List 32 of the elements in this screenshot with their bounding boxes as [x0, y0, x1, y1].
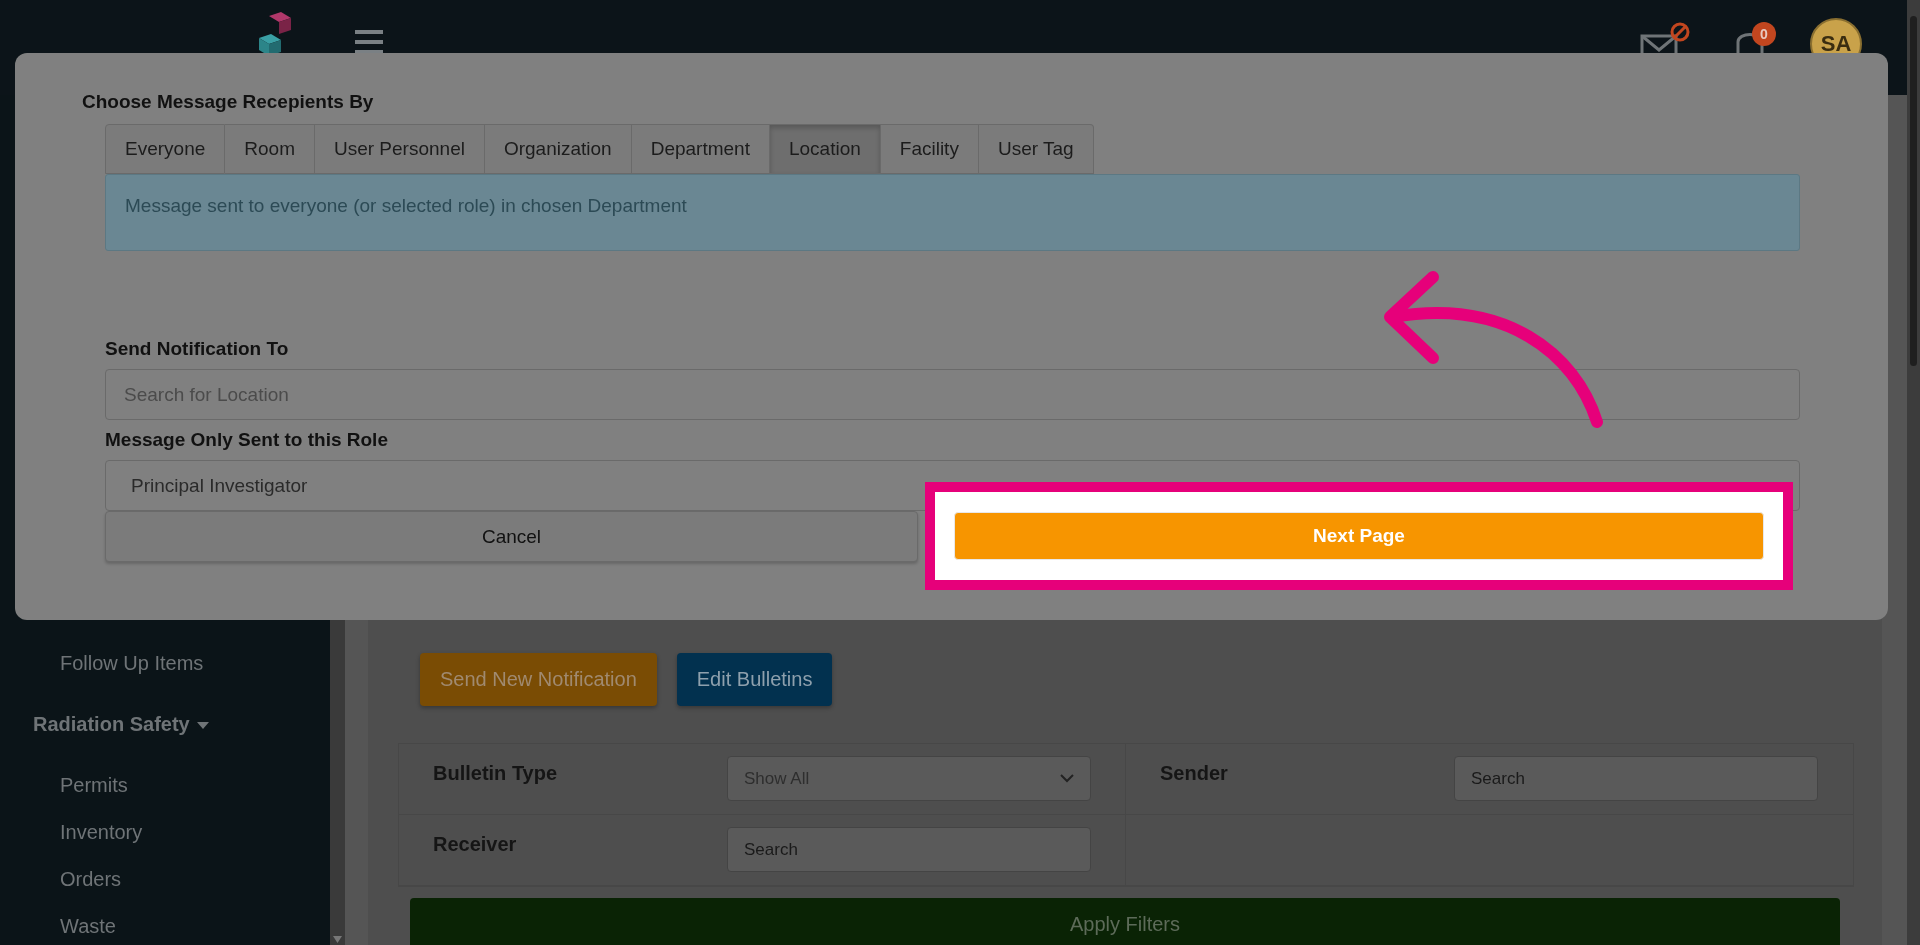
next-page-button[interactable]: Next Page [954, 512, 1764, 560]
apply-filters-button[interactable]: Apply Filters [410, 898, 1840, 945]
recipient-tab[interactable]: Location [769, 124, 881, 174]
modal-heading: Choose Message Recepients By [82, 91, 375, 113]
sidebar-item[interactable]: Inventory [0, 809, 330, 856]
filter-label: Receiver [433, 832, 518, 856]
recipient-tab[interactable]: Everyone [105, 124, 226, 174]
filter-label: Sender [1160, 761, 1229, 785]
scroll-down-icon [333, 936, 342, 943]
field-label: Send Notification To [105, 337, 290, 361]
recipient-tab[interactable]: Facility [880, 124, 979, 174]
recipient-tab[interactable]: Room [225, 124, 315, 174]
recipient-tab[interactable]: Organization [484, 124, 632, 174]
notification-badge: 0 [1752, 22, 1776, 46]
scrollbar[interactable] [1907, 0, 1920, 945]
chevron-down-icon [1060, 774, 1074, 783]
search-field[interactable]: Search [1454, 756, 1818, 801]
field-label: Message Only Sent to this Role [105, 428, 389, 452]
search-field[interactable]: Search [727, 827, 1091, 872]
cancel-button[interactable]: Cancel [105, 511, 918, 562]
sidebar-item[interactable]: Follow Up Items [0, 640, 330, 687]
edit-bulletins-button[interactable]: Edit Bulletins [676, 653, 833, 706]
recipient-tab[interactable]: Department [631, 124, 770, 174]
filter-label: Bulletin Type [433, 761, 559, 785]
sidebar-item[interactable]: Permits [0, 762, 330, 809]
recipient-tab[interactable]: User Personnel [314, 124, 485, 174]
info-message: Message sent to everyone (or selected role) in chosen Department [105, 174, 1800, 251]
recipient-tab[interactable]: User Tag [978, 124, 1094, 174]
sidebar-item[interactable]: Orders [0, 856, 330, 903]
sidebar-section[interactable]: Radiation Safety [33, 713, 190, 736]
sidebar-item[interactable]: Waste [0, 903, 330, 945]
send-notification-button[interactable]: Send New Notification [420, 653, 657, 706]
